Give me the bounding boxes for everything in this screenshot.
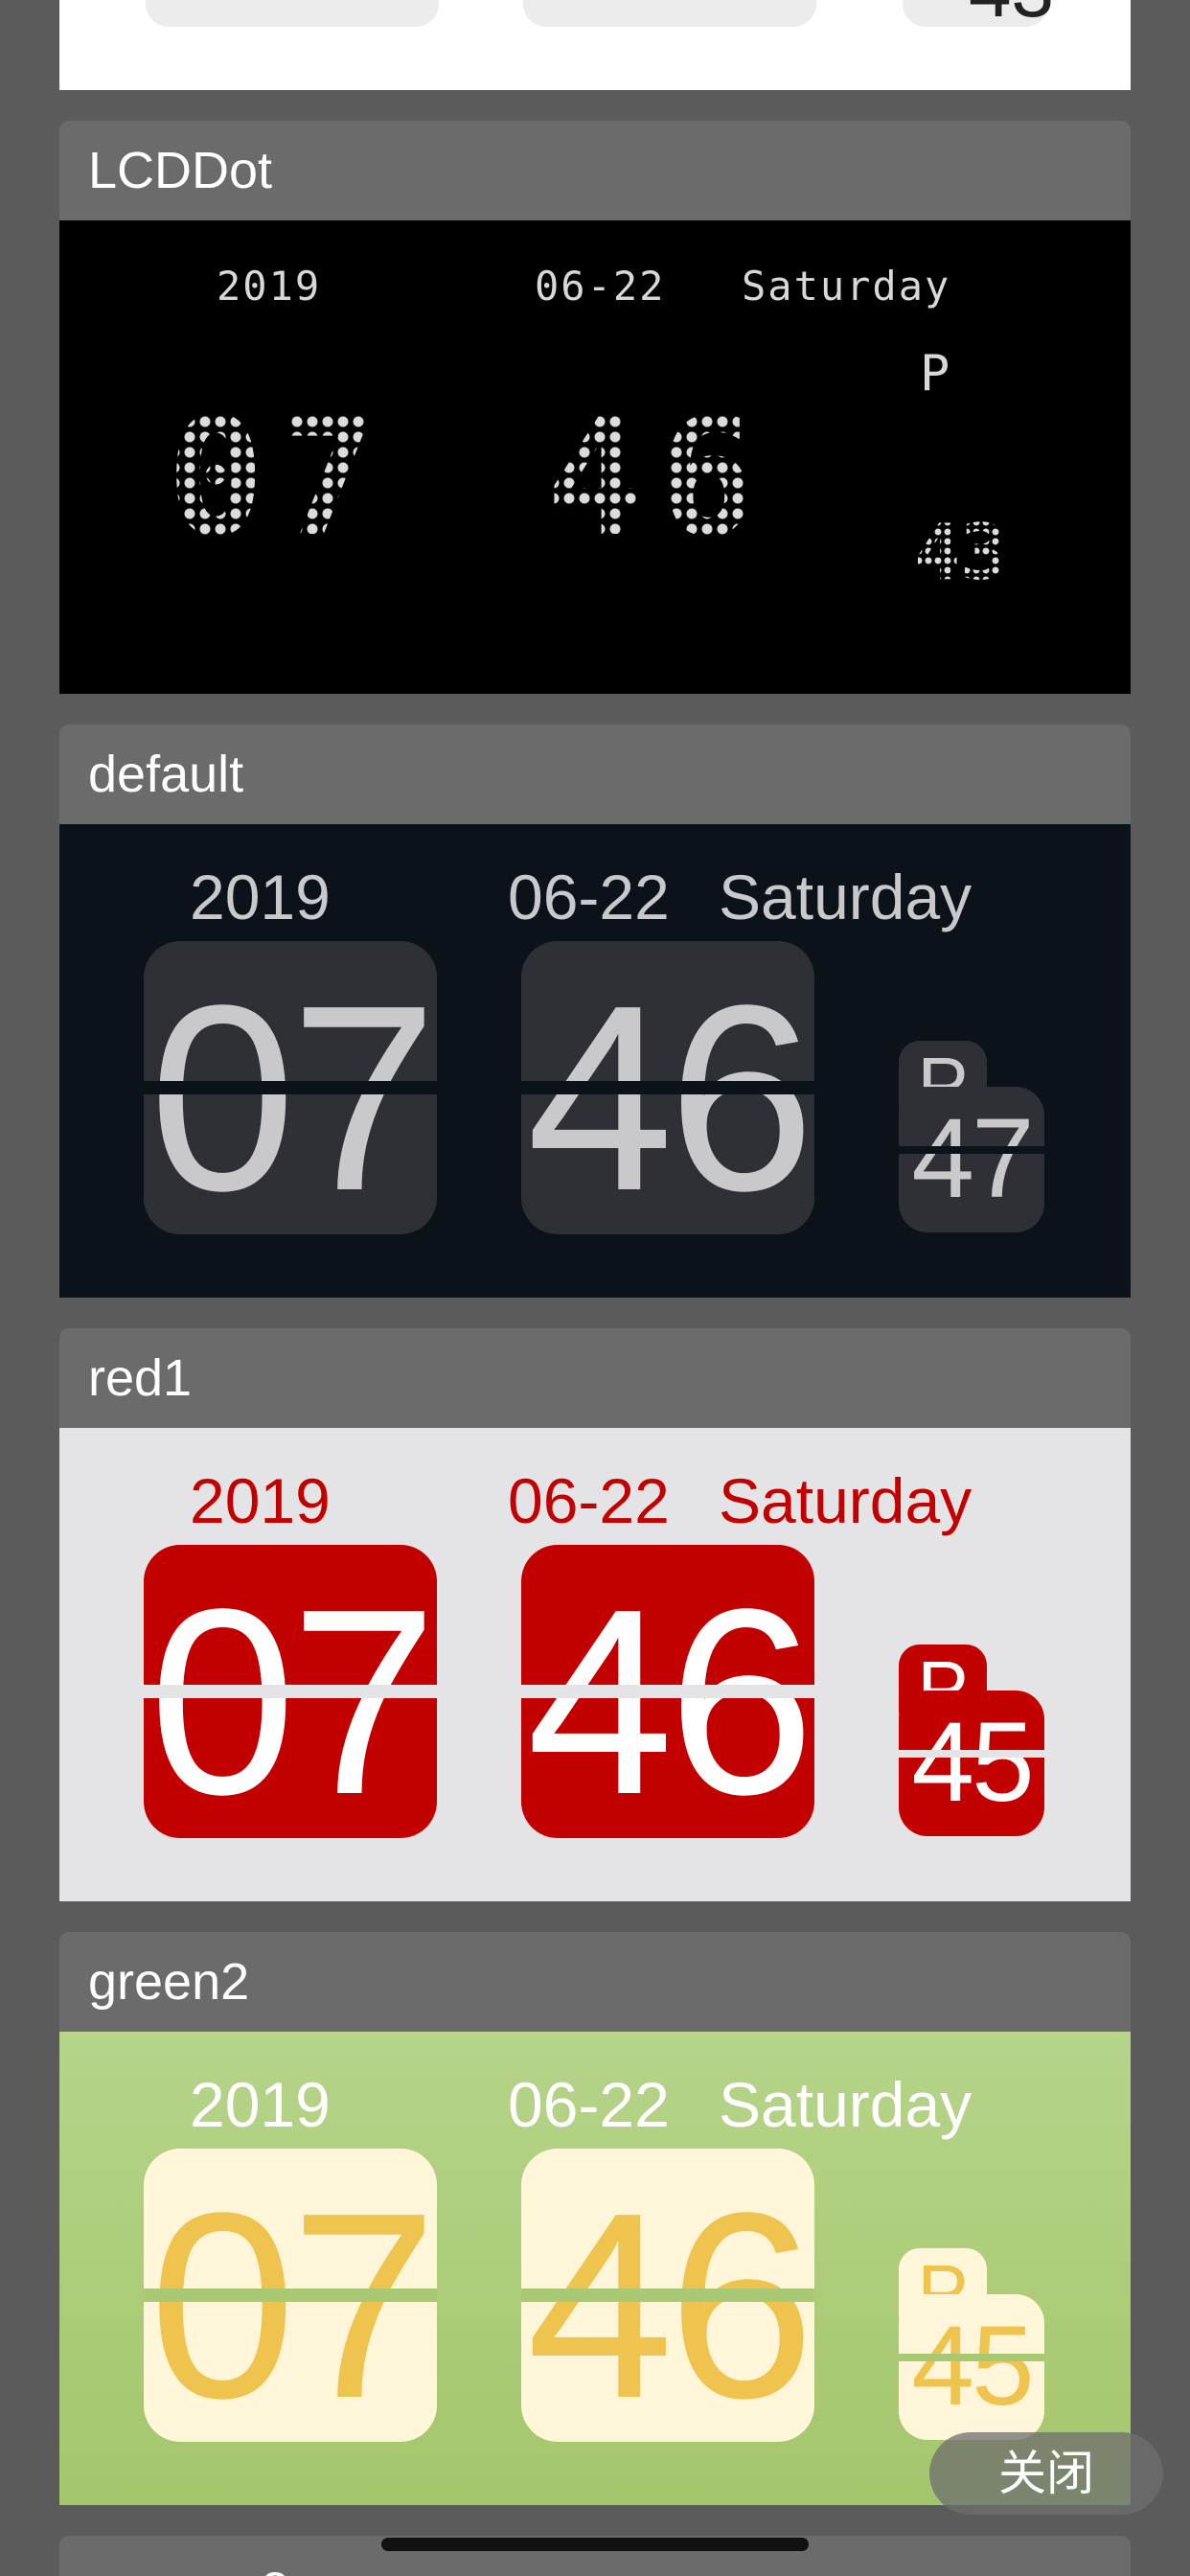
theme-title: red1: [59, 1328, 1131, 1428]
date-text: 06-22: [508, 1465, 670, 1536]
year-text: 2019: [190, 2069, 331, 2140]
year-text: 2019: [190, 862, 331, 932]
hour-digits: 07: [167, 383, 390, 573]
minute-digits: 46: [546, 383, 769, 573]
second-tile: 45: [899, 1690, 1044, 1836]
theme-title: default: [59, 724, 1131, 824]
theme-title: green2: [59, 1932, 1131, 2032]
flip-divider: [521, 1081, 814, 1094]
minute-tile: 46: [521, 941, 814, 1234]
second-digits: 45: [911, 2303, 1034, 2429]
hour-tile: 07: [144, 2149, 437, 2442]
home-indicator[interactable]: [381, 2538, 809, 2551]
date-text: 06-22: [508, 862, 670, 932]
date-text: 06-22: [535, 263, 666, 310]
weekday-text: Saturday: [742, 263, 951, 310]
theme-list-page: 43 LCDDot 2019 06-22 Saturday 07 46 P 43…: [0, 0, 1190, 2576]
year-text: 2019: [190, 1465, 331, 1536]
second-tile: 45: [899, 2294, 1044, 2440]
theme-card-red1[interactable]: red1 2019 06-22 Saturday 07 46 P 45: [59, 1328, 1131, 1901]
hour-tile: 07: [144, 1545, 437, 1838]
hour-digits: 07: [149, 2158, 438, 2442]
theme-title: LCDDot: [59, 121, 1131, 220]
second-digits: 43: [914, 508, 1007, 597]
close-button[interactable]: 关闭: [929, 2432, 1163, 2515]
flip-divider: [899, 1146, 1044, 1154]
flip-divider: [521, 2288, 814, 2302]
flip-divider: [521, 1685, 814, 1698]
partial-minute-tile: [523, 0, 816, 27]
theme-card-green2[interactable]: green2 2019 06-22 Saturday 07 46 P 45: [59, 1932, 1131, 2505]
partial-second-digits: 43: [969, 0, 1054, 34]
weekday-text: Saturday: [719, 2069, 973, 2140]
flip-divider: [144, 1685, 437, 1698]
minute-digits: 46: [526, 951, 815, 1234]
hour-digits: 07: [149, 951, 438, 1234]
theme-preview-default[interactable]: 2019 06-22 Saturday 07 46 P 47: [59, 824, 1131, 1298]
flip-divider: [144, 2288, 437, 2302]
minute-digits: 46: [526, 1554, 815, 1838]
hour-tile: 07: [144, 941, 437, 1234]
theme-card-default[interactable]: default 2019 06-22 Saturday 07 46 P 47: [59, 724, 1131, 1298]
flip-divider: [899, 1750, 1044, 1758]
date-text: 06-22: [508, 2069, 670, 2140]
weekday-text: Saturday: [719, 1465, 973, 1536]
flip-divider: [899, 2354, 1044, 2361]
minute-tile: 46: [521, 1545, 814, 1838]
partial-theme-card-top[interactable]: 43: [59, 0, 1131, 90]
theme-preview-red1[interactable]: 2019 06-22 Saturday 07 46 P 45: [59, 1428, 1131, 1901]
ampm-indicator: P: [920, 345, 950, 402]
second-digits: 45: [911, 1699, 1034, 1826]
minute-tile: 46: [521, 2149, 814, 2442]
second-digits: 47: [911, 1095, 1034, 1222]
partial-theme-title: o: [261, 2553, 289, 2576]
second-tile: 47: [899, 1087, 1044, 1232]
theme-card-lcddot[interactable]: LCDDot 2019 06-22 Saturday 07 46 P 43: [59, 121, 1131, 694]
weekday-text: Saturday: [719, 862, 973, 932]
flip-divider: [144, 1081, 437, 1094]
year-text: 2019: [217, 263, 322, 310]
minute-digits: 46: [526, 2158, 815, 2442]
partial-hour-tile: [146, 0, 439, 27]
hour-digits: 07: [149, 1554, 438, 1838]
theme-preview-lcddot[interactable]: 2019 06-22 Saturday 07 46 P 43: [59, 220, 1131, 694]
